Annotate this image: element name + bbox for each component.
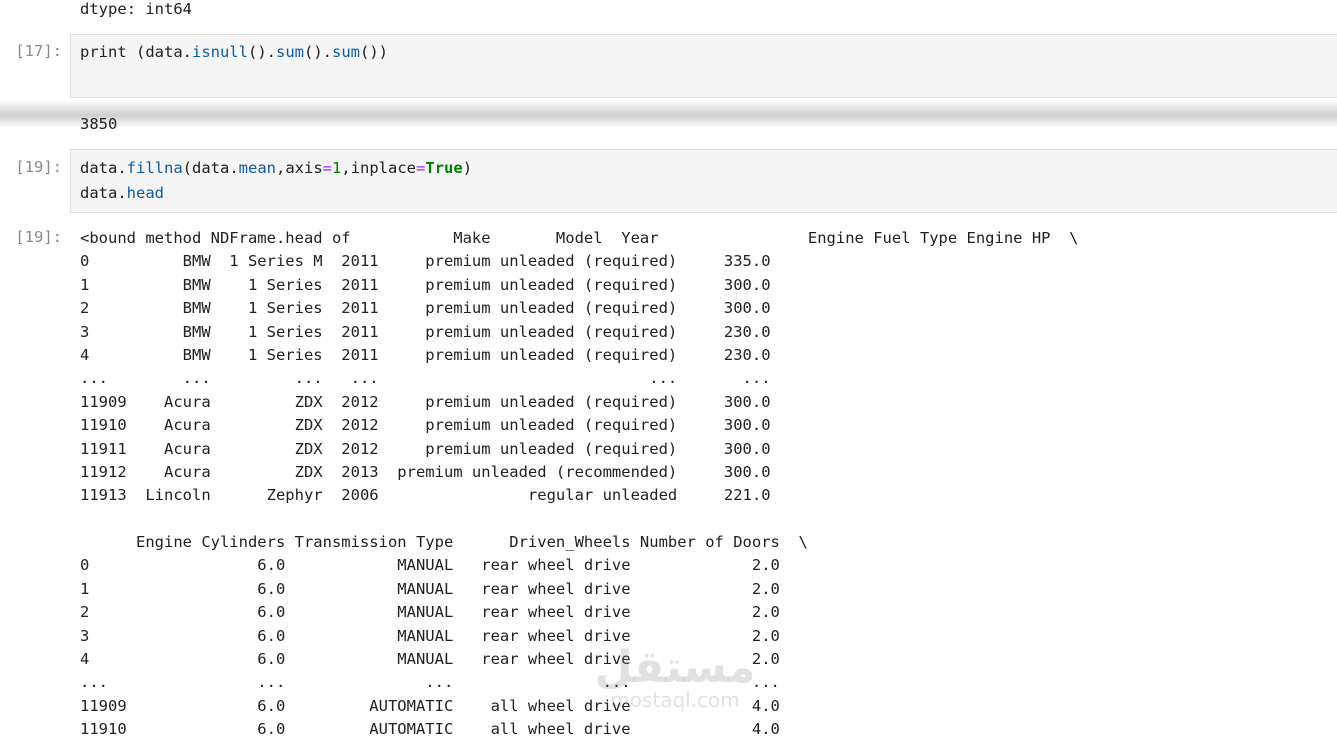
code-token-operator: = xyxy=(416,159,426,177)
code-token-sum: sum xyxy=(331,43,360,61)
code-token: (). xyxy=(247,43,276,61)
code-token-number: 1 xyxy=(332,159,342,177)
code-token-true: True xyxy=(425,159,463,177)
output-scroll-separator xyxy=(0,100,1337,128)
code-token-operator: = xyxy=(322,159,333,177)
cell-17-output: 3850 xyxy=(80,115,118,133)
cell-19-code-line-1[interactable]: data.fillna(data.mean,axis=1,inplace=Tru… xyxy=(80,158,472,178)
code-token: ,axis xyxy=(276,159,323,177)
cell-19-input-prompt: [19]: xyxy=(15,158,62,176)
code-token: data. xyxy=(80,184,127,202)
code-token: ) xyxy=(462,159,473,177)
code-token-isnull: isnull xyxy=(191,43,248,61)
cell-17-input-prompt: [17]: xyxy=(15,42,62,60)
watermark-latin-text: mostaql.com xyxy=(610,688,740,712)
cell-19-output-prompt: [19]: xyxy=(15,228,62,246)
code-token: data. xyxy=(80,159,127,177)
previous-output-dtype: dtype: int64 xyxy=(80,0,192,18)
code-token: (). xyxy=(303,43,332,61)
code-token-mean: mean xyxy=(238,159,276,177)
code-token: (data. xyxy=(182,159,239,177)
watermark-arabic-text: مستقل xyxy=(594,642,756,693)
mostaql-watermark-logo: مستقل mostaql.com xyxy=(590,642,760,718)
code-token-sum: sum xyxy=(275,43,304,61)
cell-17-code-line[interactable]: print (data.isnull().sum().sum()) xyxy=(80,42,388,62)
cell-19-code-line-2[interactable]: data.head xyxy=(80,183,164,203)
code-token-head: head xyxy=(126,184,164,202)
code-token: ,inplace xyxy=(341,159,417,177)
code-token: ()) xyxy=(359,43,388,61)
cell-19-output-dataframe-part-1: <bound method NDFrame.head of Make Model… xyxy=(80,229,1079,505)
code-token: print (data. xyxy=(80,43,192,61)
code-token-fillna: fillna xyxy=(126,159,183,177)
